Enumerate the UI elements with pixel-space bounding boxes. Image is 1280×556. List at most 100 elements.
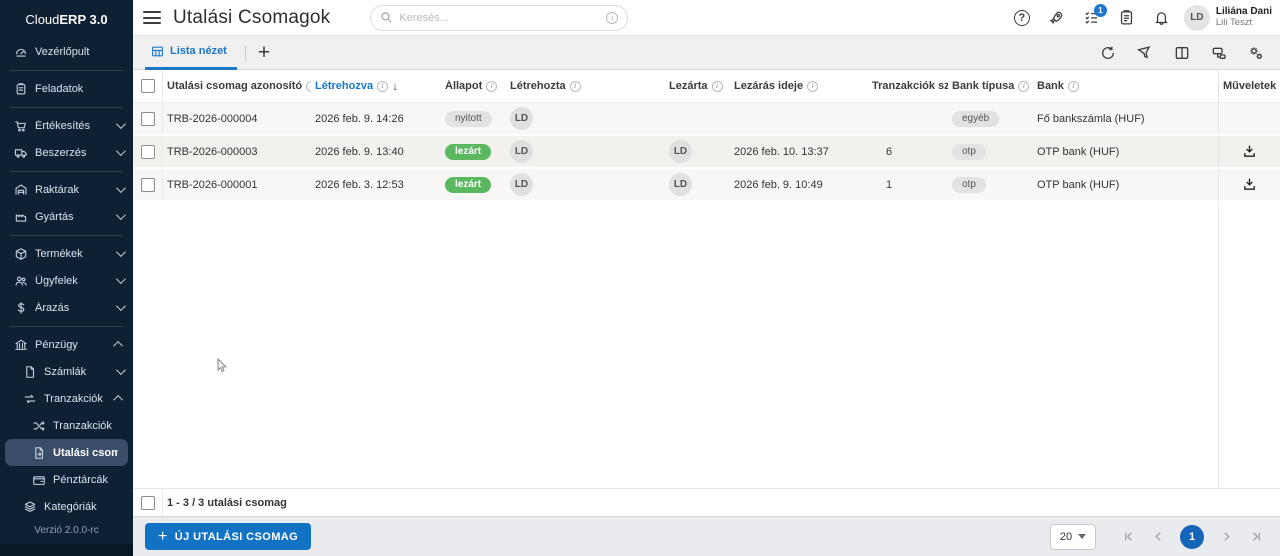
table-empty-area: [133, 202, 1280, 488]
cell-bank: Fő bankszámla (HUF): [1037, 112, 1145, 125]
column-header-5[interactable]: Lezárta i: [665, 80, 730, 92]
table-row[interactable]: TRB-2026-000004 2026 feb. 9. 14:26 nyitott…: [133, 103, 1280, 136]
cell-created-by: LD: [506, 173, 665, 196]
column-header-6[interactable]: Lezárás ideje i: [730, 80, 868, 92]
menu-hamburger-icon[interactable]: [143, 11, 161, 24]
settings-gears-icon[interactable]: [1246, 43, 1266, 63]
column-header-7[interactable]: Tranzakciók száma: [868, 80, 948, 92]
column-header-2[interactable]: Létrehozva i ↓: [311, 79, 441, 93]
chevron-down-icon: [115, 365, 126, 376]
sidebar-item-label: Raktárak: [35, 183, 80, 196]
sidebar-item-sz-ml-k[interactable]: Számlák: [0, 358, 133, 385]
page-size-select[interactable]: 20: [1050, 523, 1096, 550]
cell-created-by: LD: [506, 107, 665, 130]
sidebar-item-gy-rt-s[interactable]: Gyártás: [0, 203, 133, 230]
hierarchy-icon[interactable]: [1209, 43, 1229, 63]
sidebar-item-utal-si-csomag[interactable]: Utalási csomag...: [5, 439, 128, 466]
bell-icon[interactable]: [1152, 8, 1172, 28]
sidebar-item-tranzakci-k[interactable]: Tranzakciók: [0, 412, 133, 439]
last-page-button[interactable]: [1248, 529, 1264, 545]
sidebar-item-term-kek[interactable]: Termékek: [0, 240, 133, 267]
bank-type-badge: otp: [952, 176, 986, 193]
user-menu[interactable]: LD Liliána Dani Lili Teszt: [1183, 4, 1272, 31]
categories-icon: [22, 499, 37, 514]
chevron-up-icon: [113, 394, 124, 405]
todo-list-icon[interactable]: 1: [1082, 3, 1107, 28]
current-page-button[interactable]: 1: [1180, 524, 1204, 549]
sidebar-item-kateg-ri-k[interactable]: Kategóriák: [0, 493, 133, 519]
status-badge: nyitott: [445, 110, 492, 127]
help-icon[interactable]: ?: [1012, 8, 1032, 28]
new-transfer-package-button[interactable]: + ÚJ UTALÁSI CSOMAG: [145, 523, 312, 550]
add-view-button[interactable]: +: [254, 42, 274, 63]
row-checkbox[interactable]: [140, 177, 155, 192]
download-icon[interactable]: [1241, 143, 1259, 161]
sidebar-item-vez-rl-pult[interactable]: Vezérlőpult: [0, 38, 133, 65]
sidebar-item--raz-s[interactable]: Árazás: [0, 294, 133, 321]
column-header-8[interactable]: Bank típusa i: [948, 80, 1033, 92]
wallet-icon: [31, 472, 46, 487]
sidebar-item--rt-kes-t-s[interactable]: Értékesítés: [0, 112, 133, 139]
sidebar-item-feladatok[interactable]: Feladatok: [0, 75, 133, 102]
column-info-icon: i: [569, 80, 581, 92]
refresh-icon[interactable]: [1098, 43, 1118, 63]
column-header-10[interactable]: Műveletek: [1218, 70, 1280, 102]
creator-avatar: LD: [510, 107, 533, 130]
row-checkbox[interactable]: [140, 111, 155, 126]
column-header-1[interactable]: Utalási csomag azonosítói: [163, 80, 311, 92]
column-info-icon: i: [711, 80, 723, 92]
table-row[interactable]: TRB-2026-000001 2026 feb. 3. 12:53 lezárt L…: [133, 169, 1280, 202]
sidebar-nav: Vezérlőpult Feladatok Értékesítés Beszerzés…: [0, 38, 133, 519]
footer-select-checkbox[interactable]: [140, 495, 155, 510]
app-logo[interactable]: Cloud ERP 3.0: [0, 0, 133, 38]
notification-badge: 1: [1093, 3, 1107, 17]
sidebar-item-tranzakci-k[interactable]: Tranzakciók: [0, 385, 133, 412]
app-logo-suffix: ERP 3.0: [59, 11, 108, 27]
prev-page-button[interactable]: [1150, 529, 1166, 545]
cell-created-at: 2026 feb. 9. 14:26: [315, 112, 404, 125]
column-header-4[interactable]: Létrehozta i: [506, 80, 665, 92]
tab-lista-nezet[interactable]: Lista nézet: [145, 36, 237, 70]
select-all-checkbox[interactable]: [140, 79, 155, 93]
closer-avatar: LD: [669, 173, 692, 196]
cell-bank-type: egyéb: [948, 110, 1033, 127]
search-bar[interactable]: i: [370, 4, 629, 31]
cell-created-at: 2026 feb. 9. 13:40: [315, 145, 404, 158]
warehouse-icon: [13, 182, 28, 197]
column-header-3[interactable]: Állapot i: [441, 80, 506, 92]
table-row[interactable]: TRB-2026-000003 2026 feb. 9. 13:40 lezárt L…: [133, 136, 1280, 169]
closer-avatar: LD: [669, 140, 692, 163]
sidebar-item--gyfelek[interactable]: Ügyfelek: [0, 267, 133, 294]
sidebar-item-label: Árazás: [35, 301, 70, 314]
sidebar-divider: [10, 107, 123, 108]
filter-icon[interactable]: [1133, 40, 1157, 64]
user-avatar: LD: [1183, 4, 1210, 31]
sidebar-item-rakt-rak[interactable]: Raktárak: [0, 176, 133, 203]
tab-divider: [244, 44, 246, 61]
sidebar-item-p-nz-gy[interactable]: Pénzügy: [0, 331, 133, 358]
column-info-icon: i: [1018, 80, 1030, 92]
sidebar-item-p-nzt-rc-k[interactable]: Pénztárcák: [0, 466, 133, 493]
table-header: Utalási csomag azonosítóiLétrehozvai↓Áll…: [133, 70, 1280, 103]
creator-avatar: LD: [510, 140, 533, 163]
download-icon[interactable]: [1241, 176, 1259, 194]
search-input[interactable]: [399, 11, 601, 24]
clipboard-icon[interactable]: [1117, 8, 1137, 28]
next-page-button[interactable]: [1218, 529, 1234, 545]
sidebar-item-label: Ügyfelek: [35, 274, 78, 287]
chevron-down-icon: [115, 119, 126, 130]
first-page-button[interactable]: [1120, 529, 1136, 545]
customers-icon: [13, 273, 28, 288]
column-info-icon: i: [807, 80, 819, 92]
sidebar-item-label: Utalási csomag...: [53, 446, 118, 459]
transfer-package-icon: [31, 445, 46, 460]
search-info-icon[interactable]: i: [606, 11, 619, 24]
finance-icon: [13, 337, 28, 352]
chevron-down-icon: [115, 301, 126, 312]
row-checkbox[interactable]: [140, 144, 155, 159]
columns-icon[interactable]: [1172, 43, 1192, 63]
page-title: Utalási Csomagok: [173, 6, 331, 28]
column-header-9[interactable]: Bank i: [1033, 80, 1218, 92]
sidebar-item-beszerz-s[interactable]: Beszerzés: [0, 139, 133, 166]
rocket-icon[interactable]: [1047, 8, 1067, 28]
